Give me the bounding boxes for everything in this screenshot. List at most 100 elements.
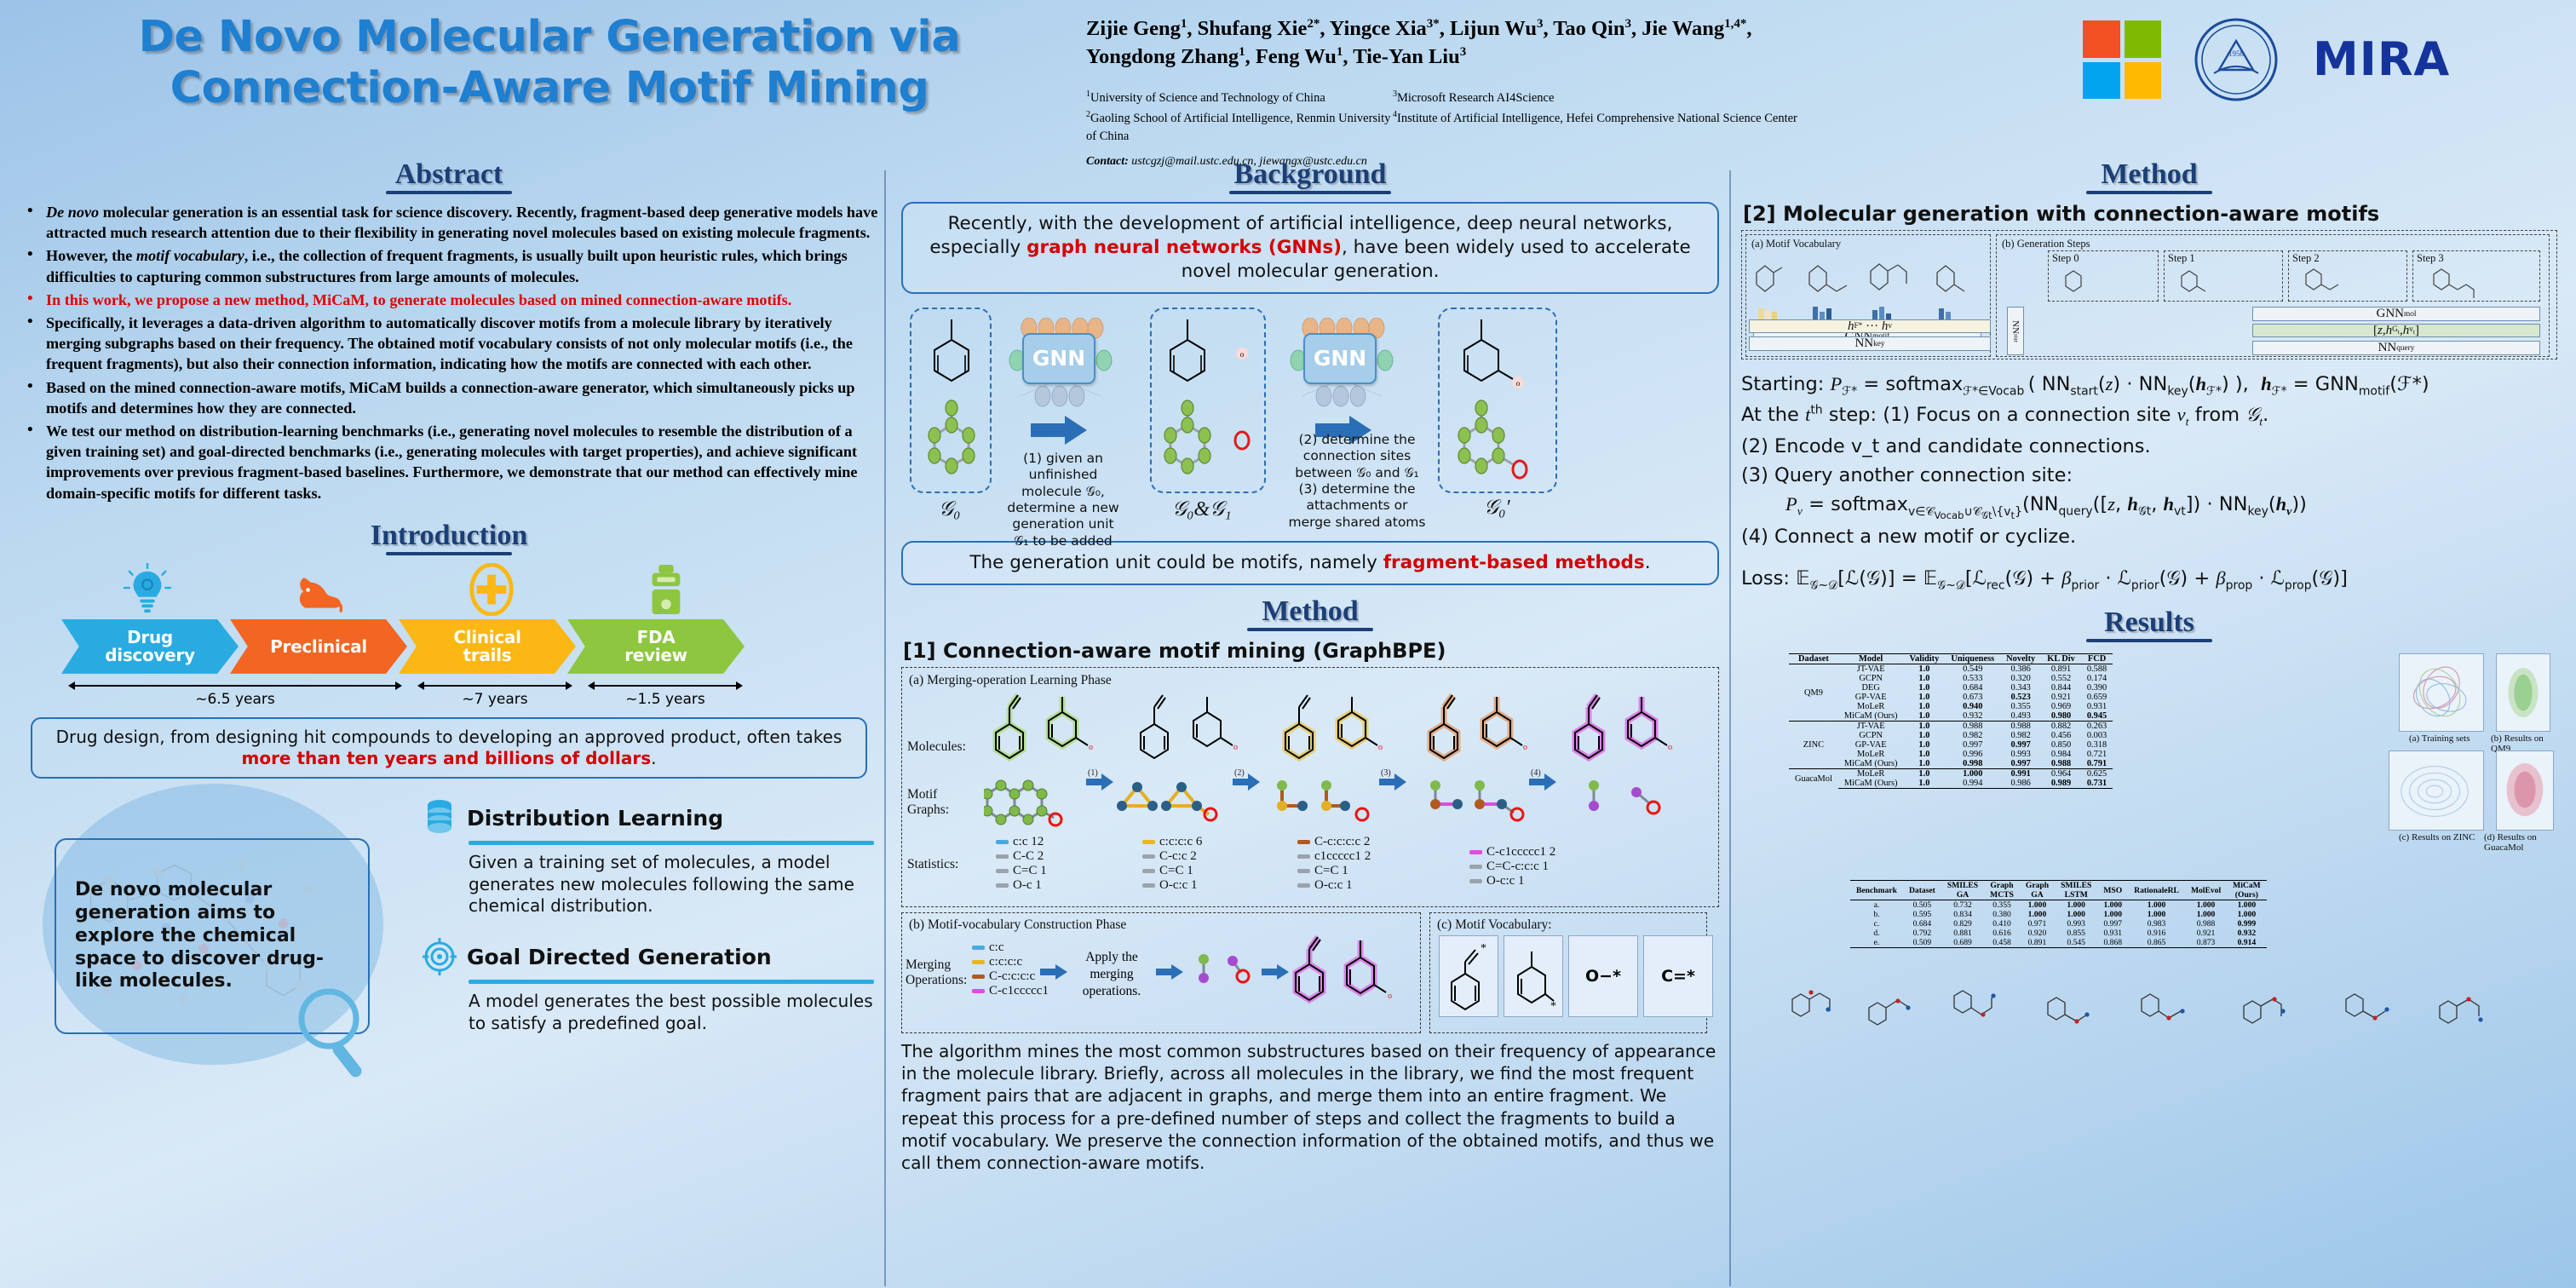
- table-cell-value: 0.986: [2000, 779, 2042, 790]
- title-block: De Novo Molecular Generation via Connect…: [47, 12, 1052, 114]
- table-cell-value: 0.533: [1963, 674, 1983, 684]
- method1-subhead: [1] Connection-aware motif mining (Graph…: [903, 638, 1446, 663]
- table-cell-value: 0.552: [2050, 674, 2072, 684]
- table2-col-1: Dataset: [1902, 880, 1941, 900]
- table-cell-value: 1.000: [2103, 910, 2123, 920]
- nn-key-bar: NN key: [1749, 336, 1991, 351]
- table-cell-value: 1.000: [2055, 900, 2098, 911]
- table-cell-value: 1.000: [2237, 910, 2257, 920]
- table-cell-value: 0.320: [2010, 674, 2031, 684]
- page-title: De Novo Molecular Generation via Connect…: [47, 12, 1052, 114]
- molecules-row-icon: ooooo: [992, 693, 1672, 762]
- table-cell-value: 0.882: [2041, 721, 2081, 732]
- abstract-bullet-4: Specifically, it leverages a data-driven…: [24, 311, 879, 375]
- table1-col-0: Dadaset: [1789, 653, 1838, 664]
- definition-body-goal-directed: A model generates the best possible mole…: [469, 991, 873, 1033]
- table-cell-value: 1.0: [1918, 750, 1930, 760]
- right-column: Method [2] Molecular generation with con…: [1741, 158, 2557, 1283]
- table-cell-value: 0.881: [1953, 929, 1972, 939]
- table-cell-value: 0.318: [2086, 740, 2107, 750]
- background-footer-highlight: fragment-based methods: [1383, 551, 1645, 573]
- table-cell-model: MiCaM (Ours): [1837, 779, 1904, 790]
- affiliation-3: 3Microsoft Research AI4Science: [1393, 89, 1555, 105]
- row-label-statistics: Statistics:: [907, 856, 959, 871]
- generation-steps-molecules-icon: [2065, 268, 2475, 298]
- table-cell-value: 0.855: [2067, 929, 2085, 939]
- equation-step-1: At the tth step: (1) Focus on a connecti…: [1741, 403, 2269, 429]
- table-row: GuacaMol MoLeR 1.0 1.000 0.991 0.964 0.625: [1789, 768, 2113, 789]
- method2-equations: Starting: Pℱ* = softmaxℱ*∈Vocab ( NNstar…: [1741, 370, 2557, 595]
- method2-subhead: [2] Molecular generation with connection…: [1743, 202, 2380, 226]
- svg-text:o: o: [1388, 992, 1392, 1001]
- table-cell-dataset: ZINC: [1789, 721, 1838, 769]
- figure-c-caption: (c) Results on ZINC: [2399, 832, 2475, 843]
- affiliation-4: 4Institute of Artificial Intelligence, H…: [1393, 109, 1797, 125]
- table-cell-benchmark: a.: [1850, 900, 1903, 911]
- table-cell-value: 0.964: [2041, 768, 2081, 779]
- database-icon: [428, 800, 451, 834]
- svg-text:o: o: [1523, 743, 1527, 752]
- table1-col-1: Model: [1837, 653, 1904, 664]
- table-cell-value: 1.000: [2097, 900, 2129, 911]
- table-cell-value: 0.931: [2103, 929, 2123, 939]
- table-cell-value: 0.850: [2050, 740, 2072, 750]
- callout-text-2: .: [651, 748, 657, 769]
- label-g0prime: 𝒢₀′: [1484, 496, 1510, 519]
- table-cell-value: 0.844: [2050, 683, 2072, 693]
- table-cell-value: 0.732: [1941, 900, 1985, 911]
- pipeline-stage-clinical-trails: Clinical trails: [399, 618, 576, 674]
- table2-col-0: Benchmark: [1850, 880, 1903, 900]
- callout-text-highlight: more than ten years and billions of doll…: [241, 748, 652, 769]
- table1-col-2: Validity: [1903, 653, 1946, 664]
- merged-motif-graph-icon: [1199, 953, 1251, 984]
- target-icon: [423, 938, 457, 975]
- generation-definitions: Distribution Learning Given a training s…: [423, 789, 874, 1055]
- table-row: GP-VAE 1.0 0.997 0.997 0.850 0.318: [1789, 740, 2113, 750]
- abstract-bullet-2: However, the motif vocabulary, i.e., the…: [24, 244, 879, 286]
- panel-c-tag: (c) Motif Vocabulary:: [1437, 917, 1552, 932]
- table2-col-3: Graph MCTS: [1984, 880, 2020, 900]
- figure-d-caption: (d) Results on GuacaMol: [2484, 832, 2537, 854]
- stat-item: O-c:c 1: [1297, 878, 1434, 893]
- abstract-bullet-1: De novo molecular generation is an essen…: [24, 200, 879, 243]
- table2-col-5: SMILES LSTM: [2055, 880, 2098, 900]
- table-cell-value: 1.0: [1918, 731, 1930, 741]
- table-cell-model: MoLeR: [1857, 750, 1885, 760]
- table-cell-value: 1.0: [1918, 759, 1930, 769]
- svg-text:o: o: [1378, 743, 1383, 752]
- duration-2: ~7 years: [417, 681, 572, 708]
- generated-molecules-strip-icon: [1791, 990, 2483, 1026]
- introduction-heading: Introduction: [19, 520, 879, 555]
- table-cell-benchmark: e.: [1850, 938, 1903, 949]
- stat-item: c1ccccc1 2: [1297, 849, 1434, 864]
- merging-op-item: c:c: [972, 940, 1049, 955]
- table-cell-model: MoLeR: [1857, 702, 1885, 712]
- duration-3: ~1.5 years: [588, 681, 743, 708]
- label-g0: 𝒢₀: [939, 497, 961, 520]
- zinc-results-contour-icon: [2401, 766, 2469, 818]
- svg-text:*: *: [1481, 942, 1486, 955]
- table-cell-value: 0.988: [2196, 919, 2216, 929]
- left-column: Abstract De novo molecular generation is…: [19, 158, 879, 1283]
- table-cell-value: 0.997: [2103, 919, 2123, 929]
- table-cell-value: 0.988: [1945, 721, 2001, 732]
- table2-col-6: MSO: [2097, 880, 2129, 900]
- table2-col-2: SMILES GA: [1941, 880, 1985, 900]
- svg-text:(1): (1): [1088, 768, 1098, 778]
- table-cell-model: MiCaM (Ours): [1843, 759, 1898, 769]
- table-cell-value: 0.792: [1912, 929, 1932, 939]
- table-cell-value: 1.000: [2067, 910, 2085, 920]
- pipeline-durations: ~6.5 years ~7 years ~1.5 years: [61, 681, 879, 722]
- table-cell-value: 0.549: [1945, 664, 2001, 675]
- table-cell-value: 1.000: [2147, 910, 2166, 920]
- table1-body: QM9 JT-VAE 1.0 0.549 0.386 0.891 0.588 GCPN 1.0 0…: [1789, 664, 2113, 790]
- table-cell-value: 0.263: [2080, 721, 2113, 732]
- svg-text:o: o: [1668, 743, 1672, 752]
- table-cell-value: 0.920: [2027, 929, 2047, 939]
- table-cell-value: 0.493: [2010, 711, 2031, 722]
- table-cell-value: 1.0: [1918, 674, 1930, 684]
- table-cell-value: 0.343: [2010, 683, 2031, 693]
- row-label-motif-graphs: Motif Graphs:: [907, 786, 950, 817]
- stat-item: c:c 12: [996, 835, 1107, 849]
- background-diagram: 𝒢₀ GNN (1) given an unfinished molecule …: [901, 304, 1719, 549]
